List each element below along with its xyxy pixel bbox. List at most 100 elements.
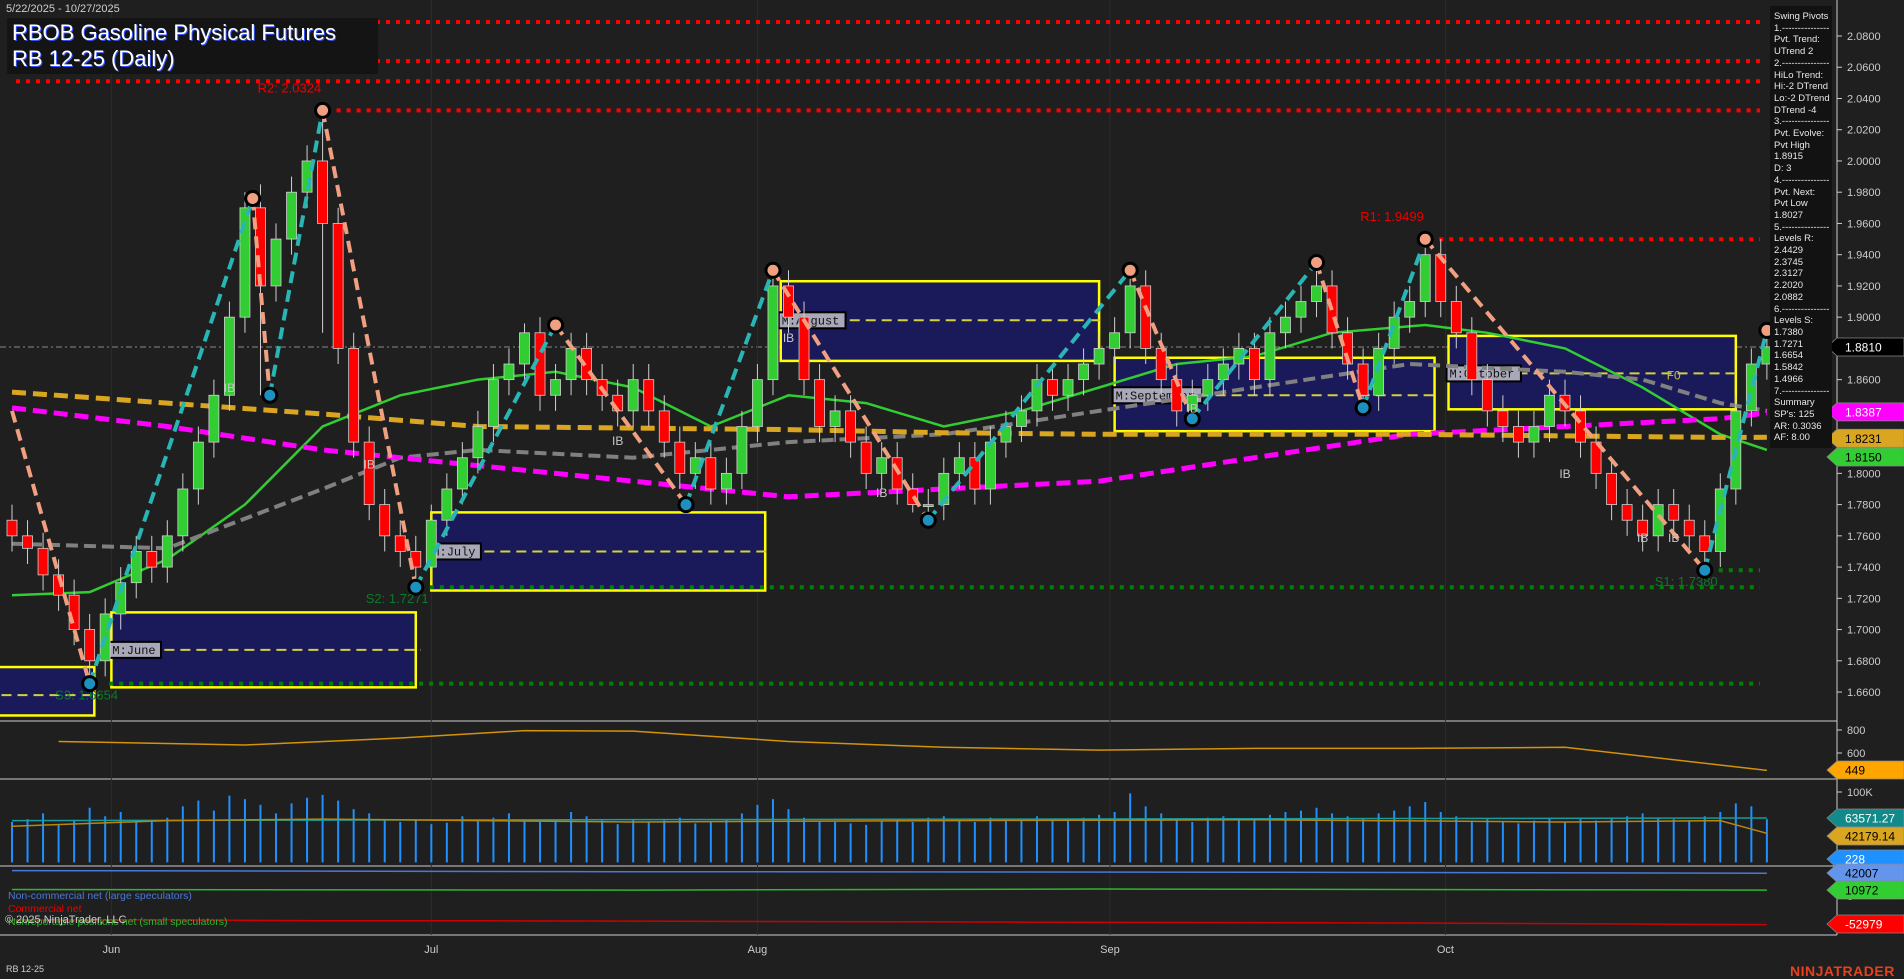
candle-down (317, 160, 329, 224)
swing-low-marker (1696, 561, 1714, 579)
candle-down (363, 441, 375, 505)
swing-pivot-line: 1.8915 (1774, 151, 1804, 163)
candle-down (22, 535, 33, 549)
swing-pivot-line: 2.2020 (1774, 280, 1804, 292)
swing-pivot-line: 2.--------------- (1774, 57, 1830, 69)
candle-down (658, 410, 670, 443)
axis-tick-label: 1.6600 (1847, 687, 1881, 699)
chart-subtitle: RB 12-25 (Daily) (12, 46, 175, 71)
candle-up (1295, 301, 1307, 318)
chart-canvas[interactable]: Jun Jul Aug Sep Oct M:JuneM:JulyM:AugustM:Se… (0, 0, 1904, 979)
swing-pivot-line: Pvt High (1774, 139, 1810, 151)
candle-down (332, 223, 344, 349)
candle-up (503, 363, 515, 381)
swing-high-marker (244, 189, 262, 207)
chart-title-box: RBOB Gasoline Physical Futures RB 12-25 … (7, 18, 378, 74)
ib-label: IB (1559, 467, 1570, 481)
candle-up (425, 519, 437, 568)
candle-up (922, 504, 934, 508)
swing-pivot-line: AF: 8.00 (1774, 432, 1810, 444)
swing-pivot-line: DTrend -4 (1774, 104, 1817, 116)
candle-up (1373, 347, 1385, 396)
candle-up (627, 379, 639, 412)
candle-down (146, 551, 158, 568)
swing-pivot-line: 1.7380 (1774, 326, 1804, 338)
candle-up (736, 426, 748, 474)
swing-pivot-line: 2.3745 (1774, 256, 1804, 268)
swing-high-marker (764, 261, 782, 279)
panel1-value-label-flag (1826, 760, 1904, 780)
x-tick-label: Aug (748, 944, 768, 956)
candle-up (1311, 285, 1322, 302)
candle-up (1264, 332, 1276, 381)
axis-tick-label: 2.0800 (1847, 31, 1881, 43)
x-tick-label: Sep (1100, 944, 1120, 956)
candle-down (1575, 410, 1586, 443)
ninjatrader-logo: NINJATRADER (1790, 963, 1895, 979)
swing-pivot-line: 1.5842 (1774, 362, 1804, 374)
ib-label: IB (1187, 401, 1198, 415)
candle-up (565, 347, 577, 381)
candle-up (441, 488, 453, 521)
candle-up (286, 191, 297, 240)
ib-label: IB (783, 331, 794, 345)
candle-up (984, 441, 996, 490)
swing-low-marker (677, 496, 695, 514)
swing-low-marker (919, 511, 937, 529)
swing-pivot-line: 1.8027 (1774, 209, 1804, 221)
candle-down (643, 379, 655, 412)
x-tick-label: Jun (103, 944, 121, 956)
candle-down (1497, 410, 1509, 427)
candle-down (1621, 504, 1633, 521)
swing-high-marker (1121, 261, 1139, 279)
axis-tick-label: 100K (1847, 787, 1873, 799)
swing-high-marker (314, 101, 332, 119)
candle-up (519, 332, 530, 365)
swing-pivot-line: 2.0882 (1774, 291, 1804, 303)
axis-tick-label: 1.6800 (1847, 656, 1881, 668)
swing-pivot-line: 4.--------------- (1774, 174, 1830, 186)
candle-down (1249, 347, 1260, 381)
price-axis[interactable]: 2.0800 2.0600 2.0400 2.0200 2.0000 1.9800 1.96… (1826, 31, 1904, 934)
candle-up (1062, 379, 1074, 396)
candle-up (161, 535, 173, 568)
candle-down (348, 347, 360, 443)
panel1-value-label: 449 (1845, 764, 1865, 778)
swing-pivot-line: Pvt. Evolve: (1774, 128, 1825, 140)
candle-down (379, 504, 391, 537)
month-boxes: M:JuneM:JulyM:AugustM:SeptemberM:October (0, 279, 1741, 717)
axis-tick-label: 600 (1847, 748, 1865, 760)
f0-label: F0 (1667, 369, 1681, 383)
panel2-teal-label: 63571.27 (1845, 812, 1895, 826)
copyright: © 2025 NinjaTrader, LLC (5, 914, 127, 926)
swing-low-marker (1354, 399, 1372, 417)
ma-orange-label: 1.8231 (1845, 432, 1882, 446)
candle-down (1668, 504, 1680, 521)
ib-label: IB (612, 434, 623, 448)
swing-pivots-panel: Swing Pivots 1.--------------- Pvt. Trend:… (1770, 6, 1832, 448)
commercial-value-label: -52979 (1845, 918, 1883, 932)
candle-up (1109, 332, 1121, 349)
swing-high-marker (547, 316, 565, 334)
commercial-line (12, 919, 1767, 926)
candle-down (969, 457, 981, 490)
grid: Jun Jul Aug Sep Oct (103, 0, 1454, 956)
candle-up (192, 441, 204, 490)
ib-label: IB (224, 381, 235, 395)
axis-tick-label: 1.9200 (1847, 281, 1881, 293)
swing-pivot-line: 1.7271 (1774, 338, 1804, 350)
candle-up (270, 238, 282, 287)
candle-up (1202, 379, 1214, 396)
nonreportable-line (11, 888, 1767, 891)
ib-label: IB (1668, 531, 1679, 545)
noncommercial-value-label: 42007 (1845, 867, 1879, 881)
ib-label: IB (364, 458, 375, 472)
candle-up (953, 457, 965, 474)
swing-pivot-line: Pvt. Next: (1774, 186, 1816, 198)
swing-low-marker (261, 386, 279, 404)
candle-down (84, 629, 96, 662)
axis-tick-label: 1.9600 (1847, 218, 1881, 230)
level-label: R1: 1.9499 (1360, 209, 1424, 224)
candle-down (705, 457, 717, 490)
legend-noncommercial: Non-commercial net (large speculators) (8, 890, 192, 902)
